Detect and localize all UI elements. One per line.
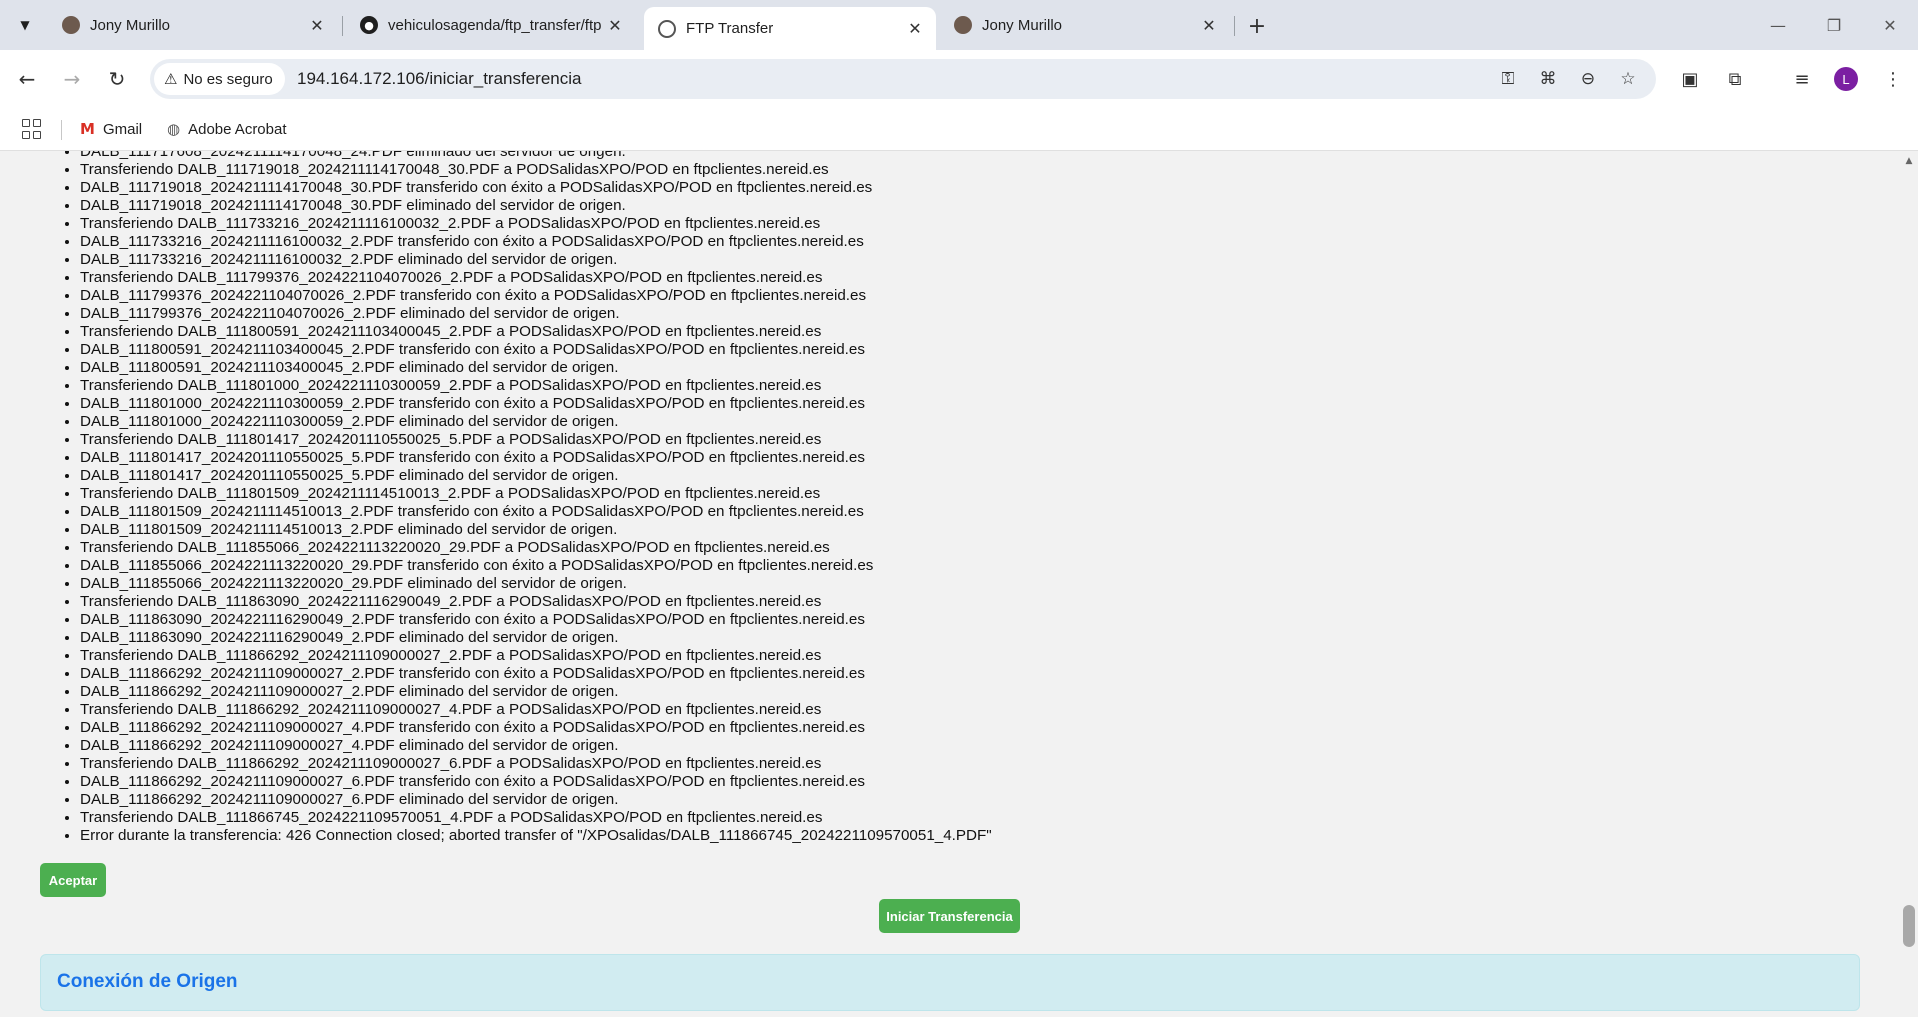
log-entry: Transferiendo DALB_111801000_20242211103… xyxy=(80,377,992,395)
log-entry: DALB_111855066_2024221113220020_29.PDF t… xyxy=(80,557,992,575)
scroll-up-arrow-icon[interactable]: ▲ xyxy=(1903,155,1915,167)
log-entry: Transferiendo DALB_111799376_20242211040… xyxy=(80,269,992,287)
bookmarks-bar: M Gmail ◍ Adobe Acrobat xyxy=(0,108,1918,151)
log-entry: DALB_111863090_2024221116290049_2.PDF el… xyxy=(80,629,992,647)
close-icon[interactable]: ✕ xyxy=(604,14,626,36)
log-entry: Transferiendo DALB_111866745_20242211095… xyxy=(80,809,992,827)
translate-icon[interactable]: ⌘ xyxy=(1534,65,1562,93)
log-entry: DALB_111719018_2024211114170048_30.PDF t… xyxy=(80,179,992,197)
tab-title: Jony Murillo xyxy=(982,16,1063,34)
log-entry: DALB_111866292_2024211109000027_4.PDF el… xyxy=(80,737,992,755)
bookmark-label: Gmail xyxy=(102,120,143,138)
log-entry: DALB_111799376_2024221104070026_2.PDF el… xyxy=(80,305,992,323)
log-entry: Transferiendo DALB_111719018_20242111141… xyxy=(80,161,992,179)
log-entry: Transferiendo DALB_111733216_20242111161… xyxy=(80,215,992,233)
apps-grid-icon[interactable] xyxy=(22,119,42,139)
tab-ftp-transfer[interactable]: FTP Transfer ✕ xyxy=(644,7,936,50)
globe-icon xyxy=(658,19,676,38)
log-entry: DALB_111801000_2024221110300059_2.PDF el… xyxy=(80,413,992,431)
log-entry: DALB_111863090_2024221116290049_2.PDF tr… xyxy=(80,611,992,629)
log-entry: DALB_111733216_2024211116100032_2.PDF el… xyxy=(80,251,992,269)
chevron-down-icon: ▼ xyxy=(20,18,30,32)
cast-icon[interactable]: ▣ xyxy=(1673,62,1707,96)
avatar-photo-icon xyxy=(62,16,80,34)
tab-jony-murillo-1[interactable]: Jony Murillo ✕ xyxy=(48,8,338,42)
log-entry: DALB_111801000_2024221110300059_2.PDF tr… xyxy=(80,395,992,413)
log-entry: DALB_111719018_2024211114170048_30.PDF e… xyxy=(80,197,992,215)
log-entry: Transferiendo DALB_111863090_20242211162… xyxy=(80,593,992,611)
warning-icon: ⚠ xyxy=(164,70,178,88)
log-entry: DALB_111799376_2024221104070026_2.PDF tr… xyxy=(80,287,992,305)
minimize-button[interactable]: — xyxy=(1760,10,1796,40)
log-entry: Transferiendo DALB_111800591_20242111034… xyxy=(80,323,992,341)
tab-title: FTP Transfer xyxy=(686,20,774,37)
security-indicator[interactable]: ⚠ No es seguro xyxy=(154,63,285,95)
password-key-icon[interactable]: ⚿ xyxy=(1494,65,1522,93)
tab-title: Jony Murillo xyxy=(90,16,171,34)
log-entry: DALB_111800591_2024211103400045_2.PDF el… xyxy=(80,359,992,377)
log-entry: DALB_111866292_2024211109000027_2.PDF el… xyxy=(80,683,992,701)
globe-icon: ◍ xyxy=(167,120,181,138)
origin-connection-section: Conexión de Origen xyxy=(40,954,1860,1011)
new-tab-button[interactable]: + xyxy=(1243,13,1271,39)
github-icon: ● xyxy=(360,16,378,34)
page-content: DALB_111717608_2024211114170048_24.PDF e… xyxy=(0,151,1900,1017)
log-entry: DALB_111866292_2024211109000027_6.PDF tr… xyxy=(80,773,992,791)
start-transfer-button[interactable]: Iniciar Transferencia xyxy=(879,899,1020,933)
address-bar[interactable]: ⚠ No es seguro 194.164.172.106/iniciar_t… xyxy=(150,59,1656,99)
back-button[interactable]: ← xyxy=(10,62,44,96)
close-icon[interactable]: ✕ xyxy=(904,18,926,40)
log-entry: DALB_111717608_2024211114170048_24.PDF e… xyxy=(80,151,992,161)
log-entry: DALB_111801417_2024201110550025_5.PDF tr… xyxy=(80,449,992,467)
log-entry: DALB_111855066_2024221113220020_29.PDF e… xyxy=(80,575,992,593)
extensions-icon[interactable]: ⧉ xyxy=(1718,62,1752,96)
log-entry: Transferiendo DALB_111855066_20242211132… xyxy=(80,539,992,557)
log-entry: Transferiendo DALB_111866292_20242111090… xyxy=(80,755,992,773)
bookmark-label: Adobe Acrobat xyxy=(188,120,287,138)
log-entry: DALB_111801509_2024211114510013_2.PDF tr… xyxy=(80,503,992,521)
log-entry: Transferiendo DALB_111866292_20242111090… xyxy=(80,701,992,719)
tab-github[interactable]: ● vehiculosagenda/ftp_transfer/ftp ✕ xyxy=(346,8,636,42)
tab-jony-murillo-2[interactable]: Jony Murillo ✕ xyxy=(940,8,1230,42)
browser-toolbar: ← → ↻ ⚠ No es seguro 194.164.172.106/ini… xyxy=(0,50,1918,108)
log-entry: DALB_111801509_2024211114510013_2.PDF el… xyxy=(80,521,992,539)
log-entry: Transferiendo DALB_111866292_20242111090… xyxy=(80,647,992,665)
log-entry: DALB_111800591_2024211103400045_2.PDF tr… xyxy=(80,341,992,359)
tab-title: vehiculosagenda/ftp_transfer/ftp xyxy=(388,16,602,34)
page-scrollbar[interactable]: ▲ xyxy=(1900,151,1918,1017)
transfer-log: DALB_111717608_2024211114170048_24.PDF e… xyxy=(40,151,992,845)
restore-button[interactable]: ❐ xyxy=(1816,10,1852,40)
zoom-icon[interactable]: ⊖ xyxy=(1574,65,1602,93)
log-entry: Error durante la transferencia: 426 Conn… xyxy=(80,827,992,845)
log-entry: DALB_111866292_2024211109000027_6.PDF el… xyxy=(80,791,992,809)
log-entry: Transferiendo DALB_111801417_20242011105… xyxy=(80,431,992,449)
tab-search-button[interactable]: ▼ xyxy=(10,11,40,39)
bookmark-gmail[interactable]: M Gmail xyxy=(80,118,142,140)
tab-strip: ▼ Jony Murillo ✕ ● vehiculosagenda/ftp_t… xyxy=(0,0,1918,50)
profile-avatar[interactable]: L xyxy=(1834,67,1858,91)
bookmark-star-icon[interactable]: ☆ xyxy=(1614,65,1642,93)
avatar-photo-icon xyxy=(954,16,972,34)
reload-button[interactable]: ↻ xyxy=(100,62,134,96)
accept-button[interactable]: Aceptar xyxy=(40,863,106,897)
media-controls-icon[interactable]: ≡ xyxy=(1785,62,1819,96)
log-entry: DALB_111866292_2024211109000027_2.PDF tr… xyxy=(80,665,992,683)
close-icon[interactable]: ✕ xyxy=(1198,14,1220,36)
close-window-button[interactable]: ✕ xyxy=(1872,10,1908,40)
log-entry: DALB_111866292_2024211109000027_4.PDF tr… xyxy=(80,719,992,737)
forward-button[interactable]: → xyxy=(55,62,89,96)
section-title: Conexión de Origen xyxy=(57,971,238,992)
log-entry: Transferiendo DALB_111801509_20242111145… xyxy=(80,485,992,503)
gmail-icon: M xyxy=(80,120,95,138)
url-text[interactable]: 194.164.172.106/iniciar_transferencia xyxy=(297,69,581,89)
log-entry: DALB_111801417_2024201110550025_5.PDF el… xyxy=(80,467,992,485)
close-icon[interactable]: ✕ xyxy=(306,14,328,36)
menu-kebab-icon[interactable]: ⋮ xyxy=(1876,62,1910,96)
security-label: No es seguro xyxy=(183,70,273,88)
log-entry: DALB_111733216_2024211116100032_2.PDF tr… xyxy=(80,233,992,251)
scrollbar-thumb[interactable] xyxy=(1903,905,1915,947)
bookmark-adobe-acrobat[interactable]: ◍ Adobe Acrobat xyxy=(167,118,287,140)
